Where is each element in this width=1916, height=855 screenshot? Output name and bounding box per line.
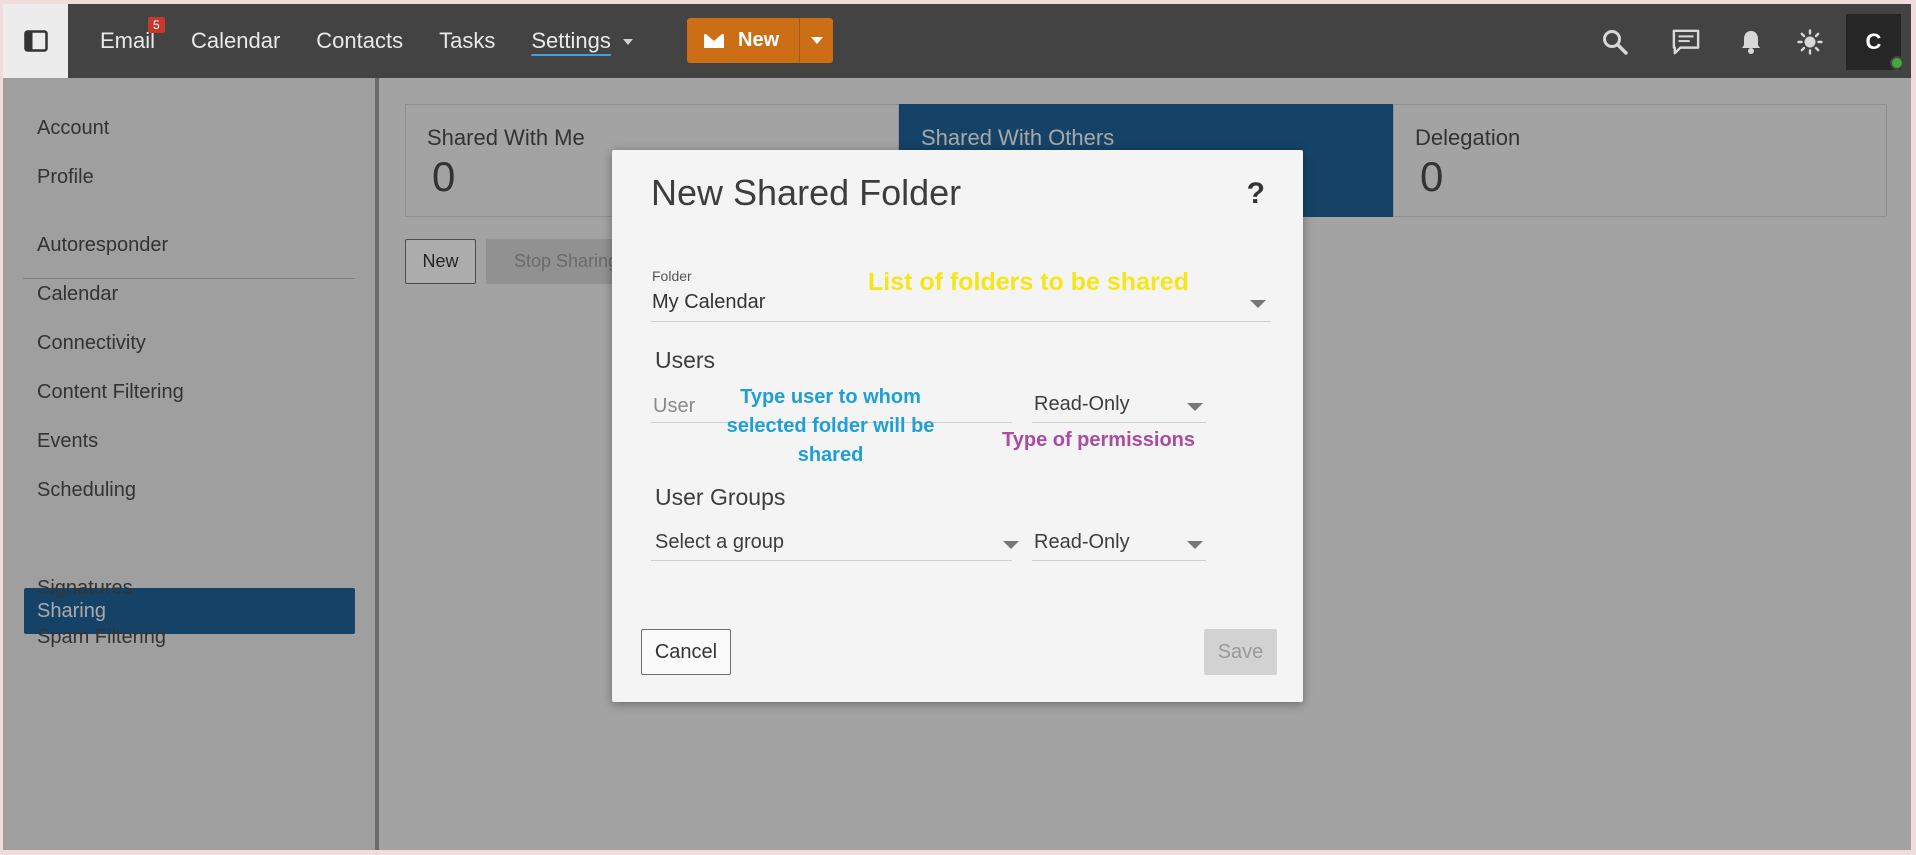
chevron-down-icon[interactable] — [1250, 300, 1266, 308]
user-permission-select[interactable]: Read-Only — [1034, 393, 1130, 416]
bell-icon[interactable] — [1737, 28, 1765, 56]
new-message-button[interactable]: New — [687, 18, 801, 63]
folder-select[interactable]: My Calendar — [652, 291, 765, 314]
user-permission-underline — [1032, 422, 1206, 423]
nav-contacts[interactable]: Contacts — [316, 28, 403, 54]
group-select-underline — [651, 560, 1012, 561]
nav-settings-label: Settings — [531, 28, 611, 53]
new-button-group: New — [687, 18, 834, 63]
cancel-button[interactable]: Cancel — [641, 629, 731, 675]
help-icon[interactable]: ? — [1247, 177, 1265, 211]
unread-badge: 5 — [148, 17, 165, 33]
top-bar: Email 5 Calendar Contacts Tasks Settings… — [3, 4, 1911, 78]
save-button[interactable]: Save — [1204, 629, 1277, 675]
nav-settings[interactable]: Settings — [531, 28, 633, 54]
group-select[interactable]: Select a group — [655, 531, 784, 554]
chevron-down-icon[interactable] — [1187, 541, 1203, 549]
chevron-down-icon[interactable] — [1003, 541, 1019, 549]
presence-indicator — [1890, 56, 1904, 70]
user-groups-section-title: User Groups — [655, 484, 786, 510]
app-window: Email 5 Calendar Contacts Tasks Settings… — [3, 4, 1911, 850]
annotation-folders: List of folders to be shared — [868, 268, 1189, 296]
nav-email[interactable]: Email 5 — [100, 17, 165, 54]
sidebar-toggle-icon[interactable] — [3, 4, 68, 78]
group-permission-underline — [1032, 560, 1206, 561]
chevron-down-icon[interactable] — [1187, 403, 1203, 411]
new-shared-folder-dialog: New Shared Folder ? Folder My Calendar L… — [612, 150, 1303, 702]
folder-underline — [651, 321, 1271, 322]
chat-icon[interactable] — [1672, 28, 1700, 56]
user-input[interactable]: User — [653, 395, 695, 418]
envelope-icon — [704, 33, 724, 48]
new-dropdown-button[interactable] — [800, 18, 834, 63]
annotation-permissions: Type of permissions — [1002, 429, 1196, 451]
sun-icon[interactable] — [1796, 28, 1824, 56]
folder-label: Folder — [652, 268, 692, 284]
main-nav: Email 5 Calendar Contacts Tasks Settings — [100, 4, 669, 78]
users-section-title: Users — [655, 347, 716, 373]
nav-calendar[interactable]: Calendar — [191, 28, 280, 54]
group-permission-select[interactable]: Read-Only — [1034, 531, 1130, 554]
new-button-label: New — [738, 29, 780, 51]
search-icon[interactable] — [1601, 28, 1629, 56]
chevron-down-icon — [810, 37, 823, 44]
annotation-user: Type user to whom selected folder will b… — [726, 386, 935, 466]
chevron-down-icon — [622, 39, 633, 46]
nav-tasks[interactable]: Tasks — [439, 28, 495, 54]
dialog-title: New Shared Folder — [651, 172, 962, 213]
nav-email-label: Email — [100, 28, 156, 53]
